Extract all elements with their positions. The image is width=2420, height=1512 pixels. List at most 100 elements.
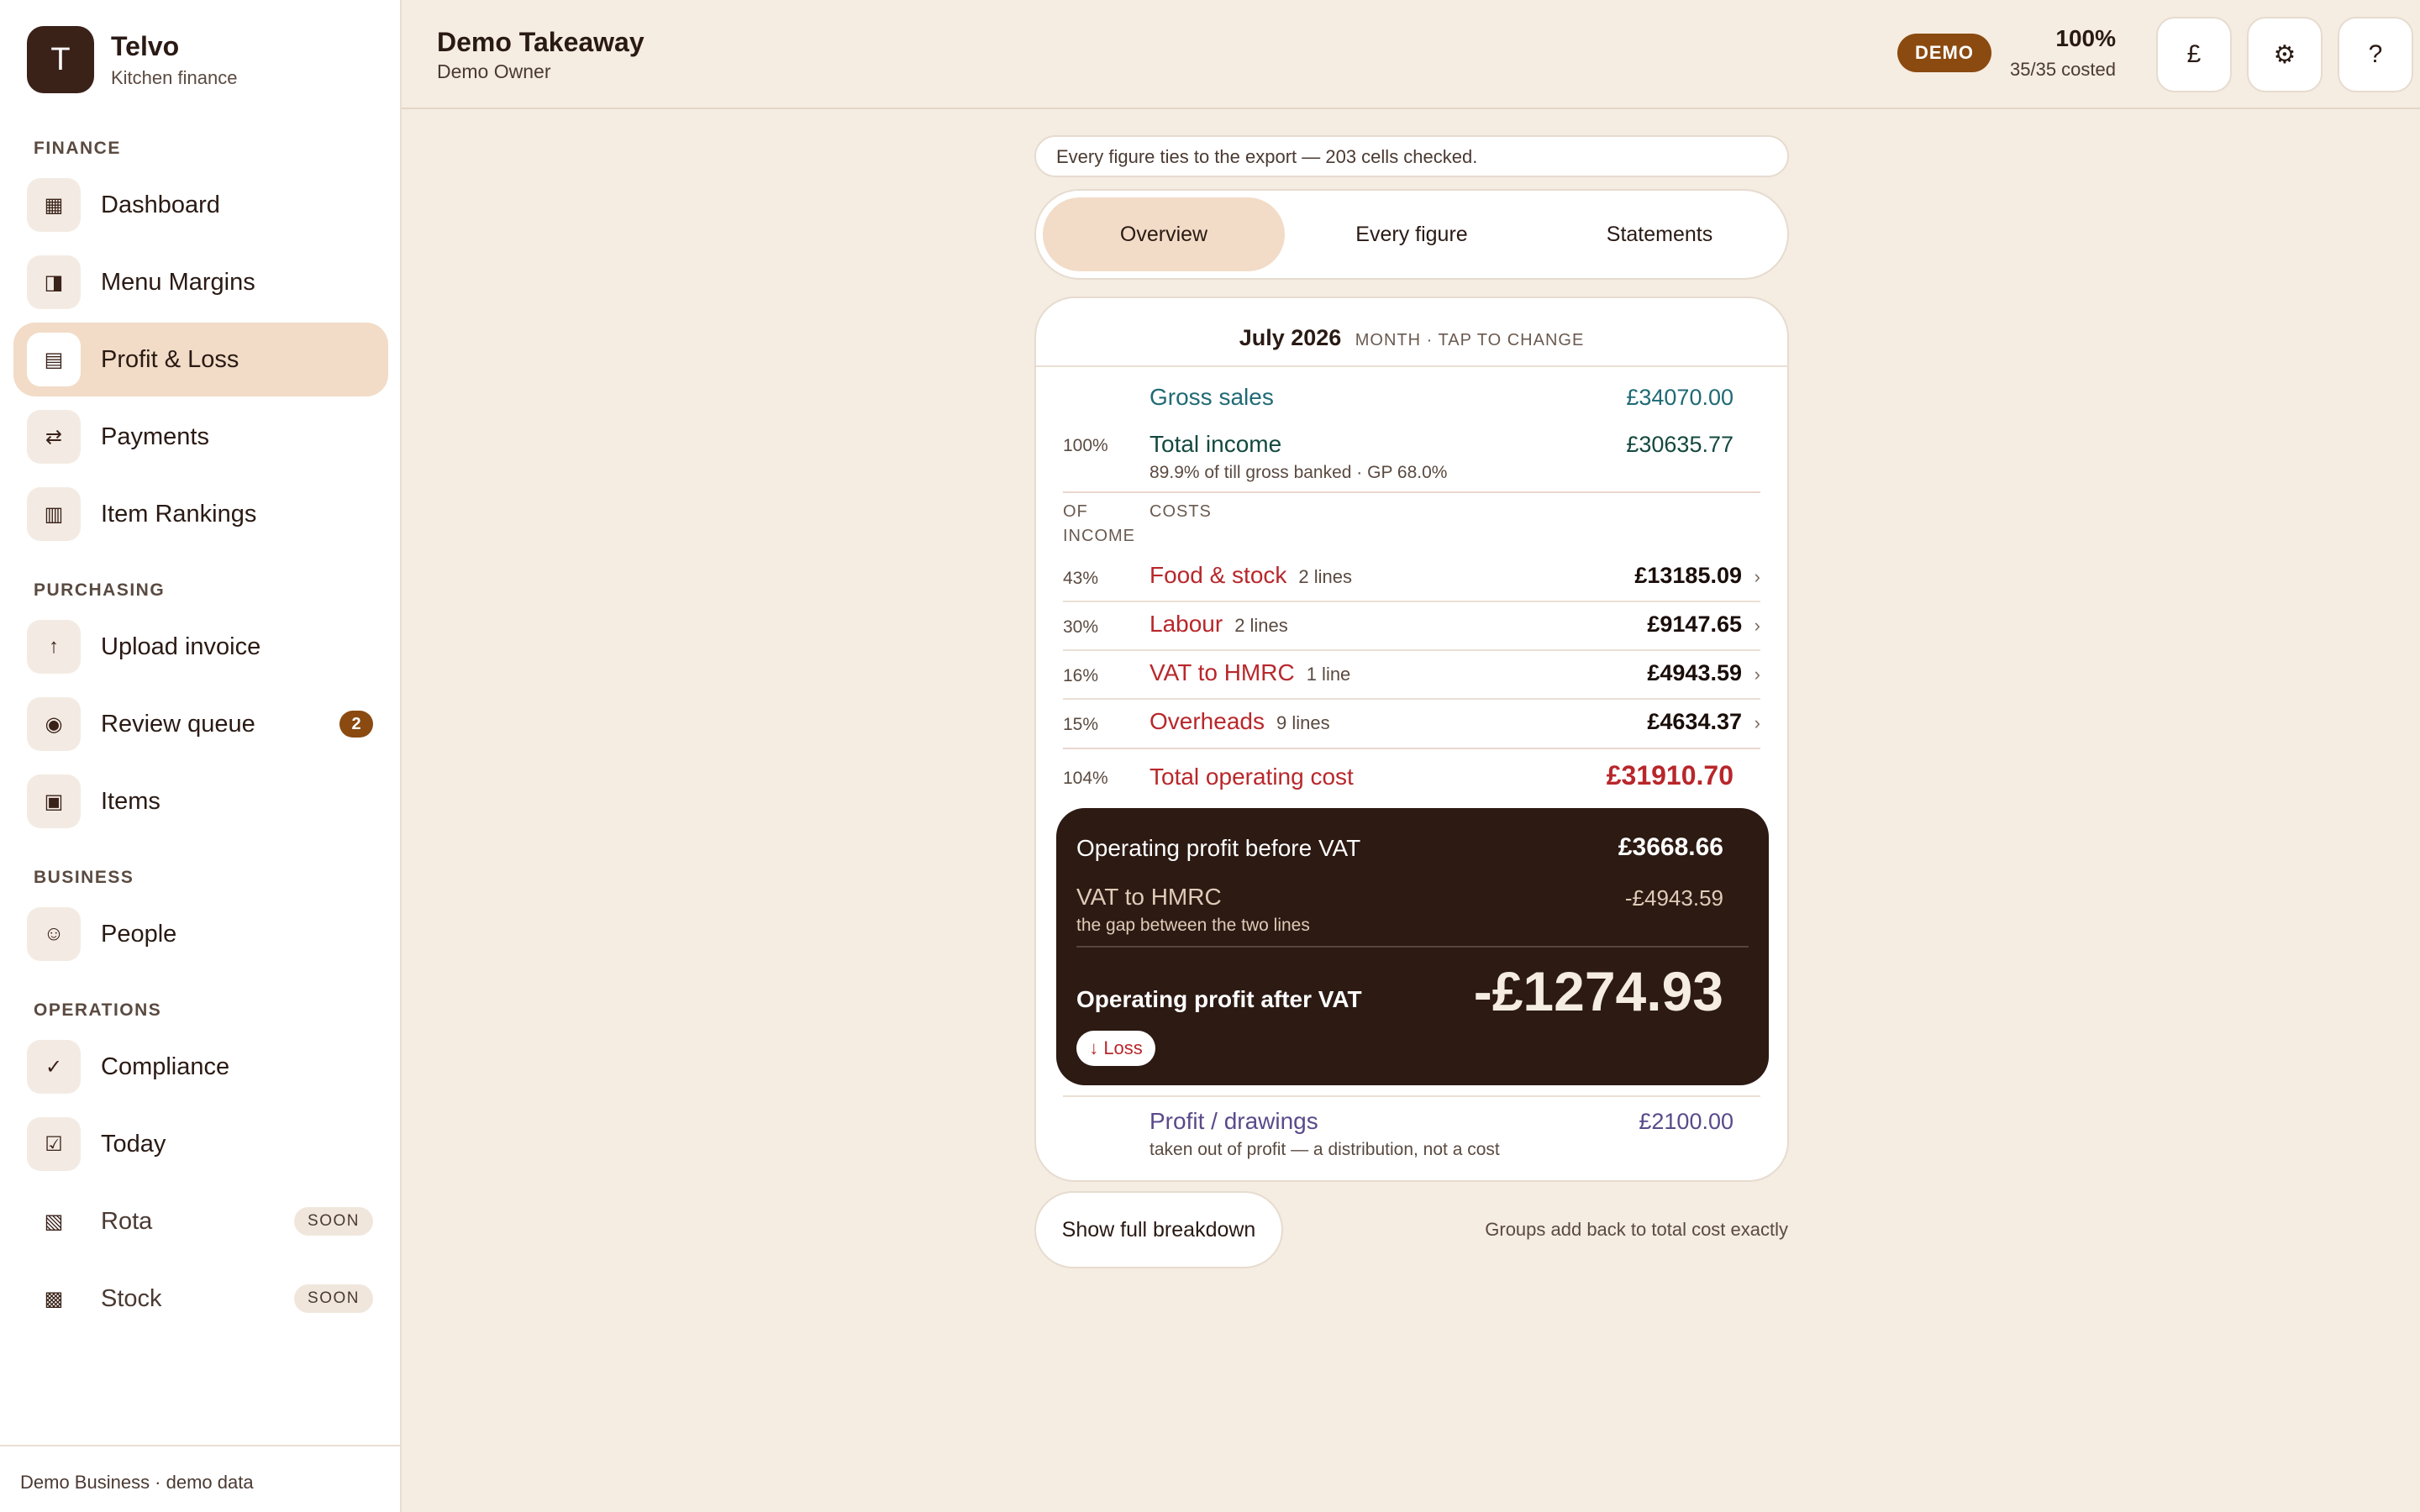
sidebar-item-item-rankings[interactable]: ▥ Item Rankings xyxy=(13,477,388,551)
sidebar-item-label: Payments xyxy=(101,423,209,450)
total-cost-amount: £31910.70 xyxy=(1606,760,1733,790)
groups-note: Groups add back to total cost exactly xyxy=(1485,1219,1788,1240)
tab-overview[interactable]: Overview xyxy=(1043,197,1285,271)
divider xyxy=(1036,365,1787,367)
grid-icon: ▦ xyxy=(27,178,81,232)
hatched-icon: ▧ xyxy=(44,1210,64,1233)
tab-every-figure[interactable]: Every figure xyxy=(1291,197,1533,271)
divider xyxy=(1063,748,1760,749)
sidebar-item-profit-loss[interactable]: ▤ Profit & Loss xyxy=(13,323,388,396)
verification-banner: Every figure ties to the export — 203 ce… xyxy=(1034,135,1789,177)
sidebar-item-label: Items xyxy=(101,787,160,815)
section-business: BUSINESS xyxy=(34,868,134,887)
cost-row-overheads[interactable]: 15% Overheads 9 lines £4634.37 › xyxy=(1036,703,1787,745)
show-breakdown-button[interactable]: Show full breakdown xyxy=(1034,1191,1283,1268)
cost-amount: £4943.59 xyxy=(1647,660,1742,685)
sidebar-item-stock: ▩ Stock SOON xyxy=(13,1262,388,1336)
ledger-icon: ▤ xyxy=(27,333,81,386)
business-name: Demo Takeaway xyxy=(437,27,644,57)
brand-title: Telvo xyxy=(111,30,180,61)
demo-badge: DEMO xyxy=(1897,34,1991,72)
sidebar-item-today[interactable]: ☑ Today xyxy=(13,1107,388,1181)
help-icon: ? xyxy=(2368,40,2383,68)
sidebar-item-label: Menu Margins xyxy=(101,268,255,296)
cost-label: Food & stock xyxy=(1150,562,1287,588)
divider xyxy=(1063,1095,1760,1097)
sidebar-item-label: Review queue xyxy=(101,710,255,738)
smile-icon: ☺ xyxy=(27,907,81,961)
period-hint: MONTH · TAP TO CHANGE xyxy=(1355,331,1585,349)
drawings-amount: £2100.00 xyxy=(1639,1109,1733,1134)
box-icon: ▣ xyxy=(27,774,81,828)
sidebar-item-label: Profit & Loss xyxy=(101,345,239,373)
sidebar-item-upload-invoice[interactable]: ↑ Upload invoice xyxy=(13,610,388,684)
section-operations: OPERATIONS xyxy=(34,1000,162,1020)
sidebar-item-payments[interactable]: ⇄ Payments xyxy=(13,400,388,474)
vat-label: VAT to HMRC xyxy=(1076,884,1222,910)
soon-tag: SOON xyxy=(294,1207,373,1236)
settings-button[interactable]: ⚙ xyxy=(2247,17,2323,92)
gross-sales-amount: £34070.00 xyxy=(1626,385,1733,410)
drawings-label: Profit / drawings xyxy=(1150,1108,1318,1134)
cost-amount: £13185.09 xyxy=(1634,563,1742,588)
sidebar-item-people[interactable]: ☺ People xyxy=(13,897,388,971)
sidebar-item-compliance[interactable]: ✓ Compliance xyxy=(13,1030,388,1104)
sidebar-item-label: Compliance xyxy=(101,1053,230,1080)
sidebar-item-items[interactable]: ▣ Items xyxy=(13,764,388,838)
view-tabs: Overview Every figure Statements xyxy=(1034,189,1789,280)
sidebar-item-label: People xyxy=(101,920,177,948)
loss-badge: ↓ Loss xyxy=(1076,1031,1155,1066)
sidebar-item-menu-margins[interactable]: ◨ Menu Margins xyxy=(13,245,388,319)
total-income-amount: £30635.77 xyxy=(1626,432,1733,457)
gross-sales-label: Gross sales xyxy=(1150,384,1274,410)
cost-label: Labour xyxy=(1150,611,1223,637)
soon-tag: SOON xyxy=(294,1284,373,1313)
check-icon: ✓ xyxy=(27,1040,81,1094)
costed-count: 35/35 costed xyxy=(2010,59,2116,80)
cost-pct: 16% xyxy=(1063,666,1099,685)
chevron-right-icon: › xyxy=(1754,664,1760,685)
owner-name: Demo Owner xyxy=(437,60,551,82)
divider xyxy=(1063,698,1760,700)
brand-logo: T xyxy=(27,26,94,93)
cost-line-count: 9 lines xyxy=(1276,712,1330,733)
sidebar-item-label: Dashboard xyxy=(101,191,220,218)
cost-amount: £4634.37 xyxy=(1647,709,1742,734)
upload-icon: ↑ xyxy=(27,620,81,674)
divider xyxy=(1063,649,1760,651)
total-income-sub: 89.9% of till gross banked · GP 68.0% xyxy=(1150,463,1448,482)
checkbox-icon: ☑ xyxy=(27,1117,81,1171)
cost-line-count: 2 lines xyxy=(1298,566,1352,587)
total-income-label: Total income xyxy=(1150,431,1282,457)
profit-before-vat-amount: £3668.66 xyxy=(1618,833,1723,861)
sidebar-item-label: Item Rankings xyxy=(101,500,257,528)
cost-row-food-stock[interactable]: 43% Food & stock 2 lines £13185.09 › xyxy=(1036,557,1787,599)
sidebar-item-dashboard[interactable]: ▦ Dashboard xyxy=(13,168,388,242)
profit-after-vat-amount: -£1274.93 xyxy=(1473,960,1723,1022)
crosshatch-icon: ▩ xyxy=(44,1287,64,1310)
cost-amount: £9147.65 xyxy=(1647,612,1742,637)
brand[interactable]: T Telvo Kitchen finance xyxy=(27,26,237,93)
cost-label: Overheads xyxy=(1150,708,1265,734)
sidebar-item-review-queue[interactable]: ◉ Review queue 2 xyxy=(13,687,388,761)
tab-statements[interactable]: Statements xyxy=(1539,197,1781,271)
currency-button[interactable]: £ xyxy=(2156,17,2232,92)
chevron-right-icon: › xyxy=(1754,615,1760,636)
cost-row-labour[interactable]: 30% Labour 2 lines £9147.65 › xyxy=(1036,606,1787,648)
cost-pct: 30% xyxy=(1063,617,1099,637)
sidebar-item-label: Upload invoice xyxy=(101,633,261,660)
review-count-badge: 2 xyxy=(339,711,373,738)
vat-amount: -£4943.59 xyxy=(1624,885,1723,911)
costs-header: COSTS xyxy=(1150,502,1212,521)
total-cost-pct: 104% xyxy=(1063,769,1108,788)
columns-icon: ▥ xyxy=(27,487,81,541)
help-button[interactable]: ? xyxy=(2338,17,2413,92)
of-income-header: OF INCOME xyxy=(1063,502,1135,545)
cost-row-vat[interactable]: 16% VAT to HMRC 1 line £4943.59 › xyxy=(1036,654,1787,696)
period-title: July 2026 xyxy=(1239,325,1342,350)
divider xyxy=(1076,946,1749,948)
period-selector[interactable]: July 2026 MONTH · TAP TO CHANGE xyxy=(1036,325,1787,351)
section-purchasing: PURCHASING xyxy=(34,580,166,600)
cost-pct: 15% xyxy=(1063,715,1099,734)
cost-label: VAT to HMRC xyxy=(1150,659,1295,685)
